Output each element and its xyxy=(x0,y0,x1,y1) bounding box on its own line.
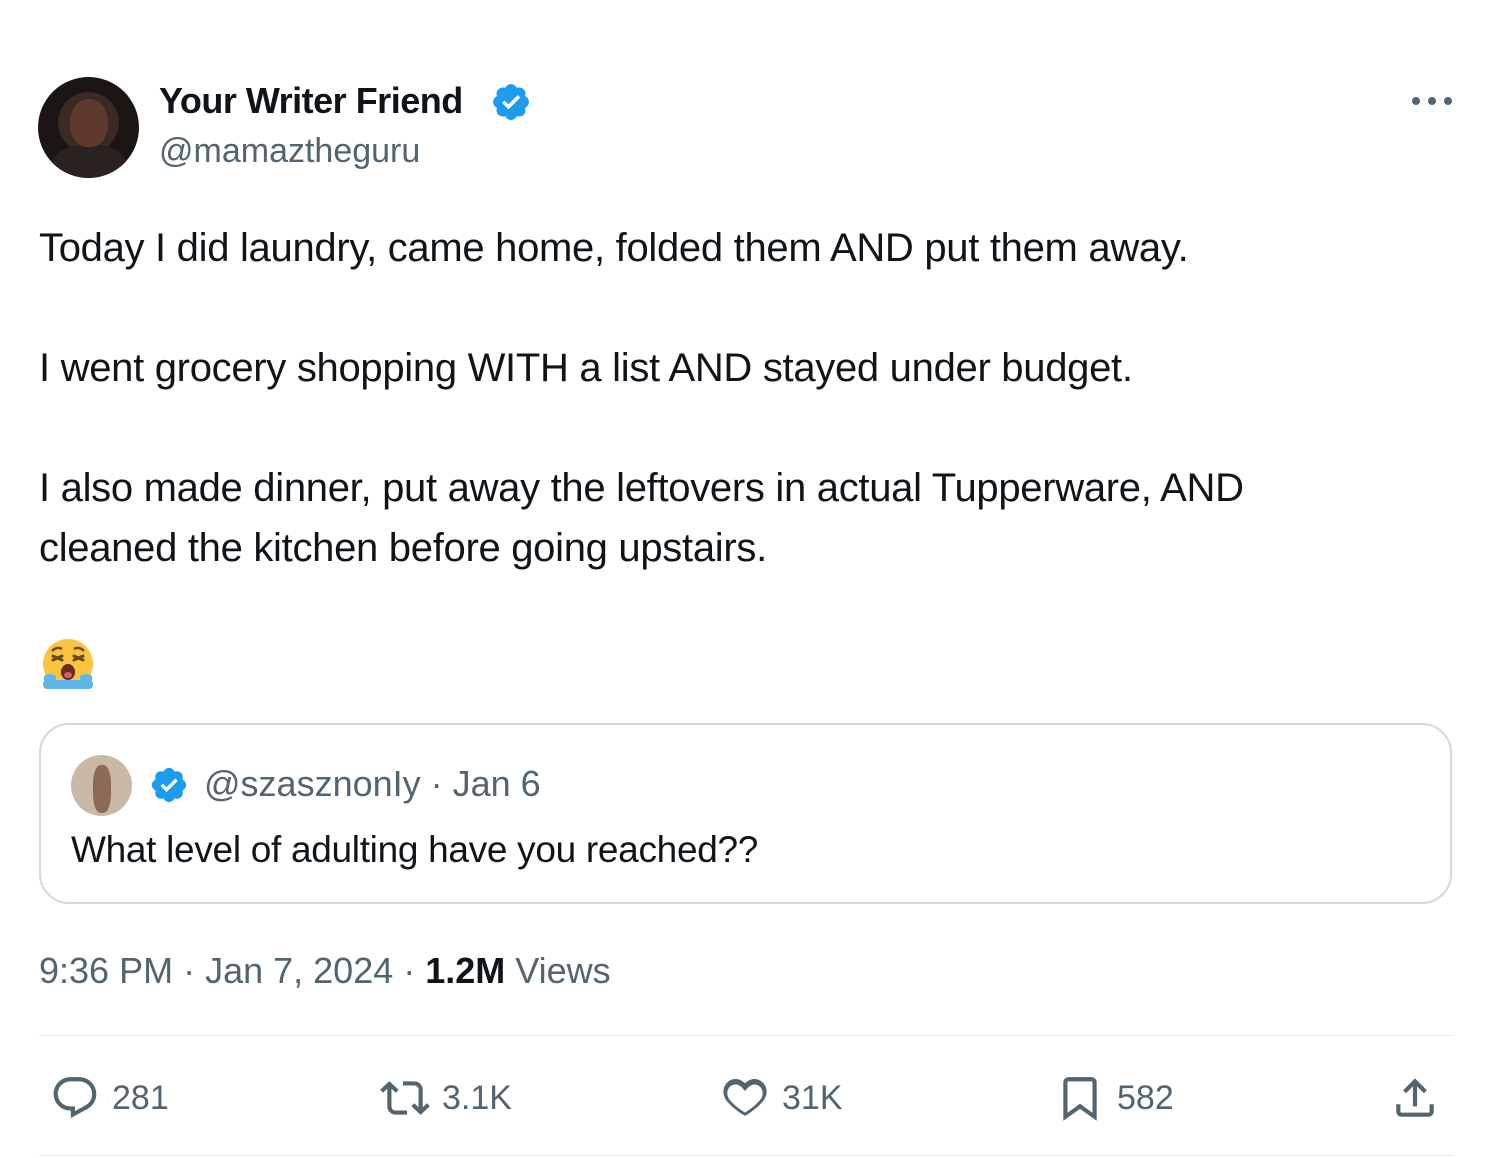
quoted-verified-badge-icon xyxy=(151,767,187,803)
repost-button[interactable]: 3.1K xyxy=(380,1070,512,1126)
repost-count: 3.1K xyxy=(442,1078,512,1117)
author-name[interactable]: Your Writer Friend xyxy=(159,80,463,122)
quoted-tweet-card[interactable]: @szasznonIy · Jan 6 What level of adulti… xyxy=(39,723,1452,904)
tweet-paragraph-2: I went grocery shopping WITH a list AND … xyxy=(39,346,1133,390)
quoted-avatar-figure-shape xyxy=(93,765,111,813)
timestamp-separator-2: · xyxy=(393,950,426,991)
verified-badge-icon xyxy=(493,84,529,120)
like-count: 31K xyxy=(782,1078,843,1117)
tweet-time[interactable]: 9:36 PM xyxy=(39,950,173,991)
views-label: Views xyxy=(505,950,611,991)
avatar-body-shape xyxy=(52,145,126,178)
bookmark-count: 582 xyxy=(1117,1078,1174,1117)
quoted-meta-separator: · xyxy=(420,763,453,804)
share-icon xyxy=(1396,1078,1434,1117)
tweet-date[interactable]: Jan 7, 2024 xyxy=(205,950,393,991)
divider xyxy=(39,1035,1454,1036)
bottom-divider xyxy=(39,1155,1454,1156)
share-button[interactable] xyxy=(1390,1070,1440,1126)
author-handle[interactable]: @mamaztheguru xyxy=(159,132,420,171)
reply-icon xyxy=(53,1077,97,1118)
avatar-face-shape xyxy=(70,99,108,147)
tweet-paragraph-3-line-2: cleaned the kitchen before going upstair… xyxy=(39,526,767,570)
like-button[interactable]: 31K xyxy=(720,1070,843,1126)
quoted-author-avatar[interactable] xyxy=(71,755,132,816)
tweet-paragraph-3-line-1: I also made dinner, put away the leftove… xyxy=(39,466,1244,510)
tweet-timestamp-row: 9:36 PM · Jan 7, 2024 · 1.2M Views xyxy=(39,950,611,992)
quoted-tweet-date[interactable]: Jan 6 xyxy=(453,763,541,804)
quoted-tweet-text: What level of adulting have you reached?… xyxy=(71,829,759,870)
bookmark-icon xyxy=(1063,1077,1097,1121)
reply-count: 281 xyxy=(112,1078,169,1117)
repost-icon xyxy=(380,1081,430,1115)
quoted-author-handle[interactable]: @szasznonIy xyxy=(204,763,421,804)
author-avatar[interactable] xyxy=(38,77,139,178)
bookmark-button[interactable]: 582 xyxy=(1055,1070,1174,1126)
tweet-paragraph-3: I also made dinner, put away the leftove… xyxy=(39,458,1244,578)
tweet-paragraph-1: Today I did laundry, came home, folded t… xyxy=(39,226,1189,270)
tweet-text: Today I did laundry, came home, folded t… xyxy=(39,218,1439,570)
timestamp-separator-1: · xyxy=(173,950,206,991)
views-count[interactable]: 1.2M xyxy=(425,950,505,991)
quoted-tweet-meta: @szasznonIy · Jan 6 xyxy=(204,763,541,805)
loudly-crying-face-icon xyxy=(43,639,93,689)
reply-button[interactable]: 281 xyxy=(50,1070,169,1126)
more-options-icon[interactable] xyxy=(1410,86,1454,116)
heart-icon xyxy=(723,1078,767,1116)
